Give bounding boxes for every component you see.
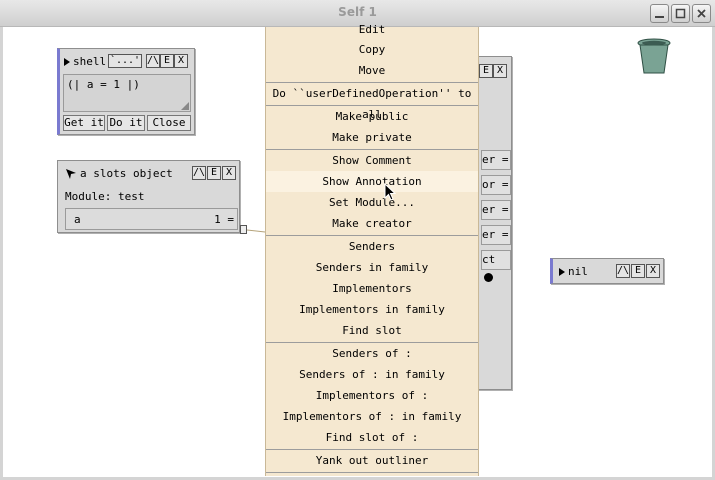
menu-item-make-creator[interactable]: Make creator <box>266 213 478 234</box>
edit-button[interactable]: E <box>631 264 645 278</box>
menu-item-move[interactable]: Move <box>266 60 478 81</box>
menu-item-make-private[interactable]: Make private <box>266 127 478 148</box>
menu-item-yank-out-outliner[interactable]: Yank out outliner <box>266 450 478 471</box>
shell-title: shell <box>73 55 107 68</box>
menu-item-implementors-of-in-family[interactable]: Implementors of : in family <box>266 406 478 427</box>
menu-separator <box>266 472 478 473</box>
shell-code-editor[interactable]: (| a = 1 |) <box>63 74 191 112</box>
do-it-button[interactable]: Do it <box>107 115 145 131</box>
menu-item-copy[interactable]: Copy <box>266 39 478 60</box>
menu-item-implementors-in-family[interactable]: Implementors in family <box>266 299 478 320</box>
slots-object-outliner[interactable]: a slots object /\ E X Module: test a 1 = <box>57 160 240 233</box>
slot-name: a <box>74 213 81 226</box>
trash-can-icon[interactable] <box>636 37 672 75</box>
slot-fragment-label: ct <box>482 253 496 266</box>
expand-triangle-icon[interactable] <box>559 267 565 276</box>
slot-dot-icon <box>484 273 493 282</box>
maximize-button[interactable] <box>671 4 690 23</box>
maximize-icon <box>675 8 686 19</box>
slot-value: 1 = <box>214 213 234 226</box>
minimize-button[interactable] <box>650 4 669 23</box>
menu-item-senders[interactable]: Senders <box>266 236 478 257</box>
backtick-button[interactable]: `...' <box>108 54 142 68</box>
slot-row[interactable]: er = <box>481 200 511 220</box>
menu-item-senders-of[interactable]: Senders of : <box>266 343 478 364</box>
menu-item-find-slot-of[interactable]: Find slot of : <box>266 427 478 448</box>
expand-triangle-icon[interactable] <box>64 57 70 66</box>
shell-outliner[interactable]: shell `...' /\ E X (| a = 1 |) Get it Do… <box>57 48 195 135</box>
edit-button[interactable]: E <box>160 54 174 68</box>
menu-item-set-module[interactable]: Set Module... <box>266 192 478 213</box>
slots-object-title: a slots object <box>80 167 173 180</box>
nil-title: nil <box>568 265 588 278</box>
shell-code-text: (| a = 1 |) <box>67 78 140 91</box>
slot-a-row[interactable]: a 1 = <box>65 208 238 230</box>
slot-row[interactable]: er = <box>481 150 511 170</box>
slot-row[interactable]: ct <box>481 250 511 282</box>
close-button[interactable]: X <box>222 166 236 180</box>
edit-button[interactable]: E <box>479 64 493 78</box>
menu-item-do-user-defined-operation[interactable]: Do ``userDefinedOperation'' to all <box>266 83 478 121</box>
menu-item-implementors[interactable]: Implementors <box>266 278 478 299</box>
background-outliner[interactable]: E X er = or = er = er = ct <box>478 56 512 390</box>
slot-row[interactable]: or = <box>481 175 511 195</box>
menu-item-senders-of-in-family[interactable]: Senders of : in family <box>266 364 478 385</box>
menu-item-show-annotation[interactable]: Show Annotation <box>266 171 478 192</box>
menu-item-make-public[interactable]: Make public <box>266 106 478 127</box>
connector-line <box>247 229 266 233</box>
close-window-button[interactable] <box>692 4 711 23</box>
mouse-pointer-icon <box>384 183 397 201</box>
edit-button[interactable]: E <box>207 166 221 180</box>
resize-grip-icon[interactable] <box>181 102 189 110</box>
minimize-icon <box>655 16 664 18</box>
menu-item-implementors-of[interactable]: Implementors of : <box>266 385 478 406</box>
up-button[interactable]: /\ <box>616 264 630 278</box>
slot-row[interactable]: er = <box>481 225 511 245</box>
window-title: Self 1 <box>338 5 377 19</box>
slot-connector-handle[interactable] <box>240 225 247 234</box>
up-button[interactable]: /\ <box>192 166 206 180</box>
menu-item-find-slot[interactable]: Find slot <box>266 320 478 341</box>
get-it-button[interactable]: Get it <box>63 115 105 131</box>
menu-item-show-comment[interactable]: Show Comment <box>266 150 478 171</box>
close-button[interactable]: X <box>646 264 660 278</box>
slot-context-menu[interactable]: Edit Copy Move Do ``userDefinedOperation… <box>265 23 479 476</box>
close-shell-button[interactable]: Close <box>147 115 191 131</box>
close-button[interactable]: X <box>174 54 188 68</box>
nil-outliner[interactable]: nil /\ E X <box>550 258 664 284</box>
close-button[interactable]: X <box>493 64 507 78</box>
menu-item-edit[interactable]: Edit <box>266 19 478 40</box>
menu-item-senders-in-family[interactable]: Senders in family <box>266 257 478 278</box>
module-label: Module: test <box>65 190 145 203</box>
up-button[interactable]: /\ <box>146 54 160 68</box>
collapse-arrow-icon[interactable] <box>66 168 76 179</box>
close-icon <box>697 9 706 18</box>
